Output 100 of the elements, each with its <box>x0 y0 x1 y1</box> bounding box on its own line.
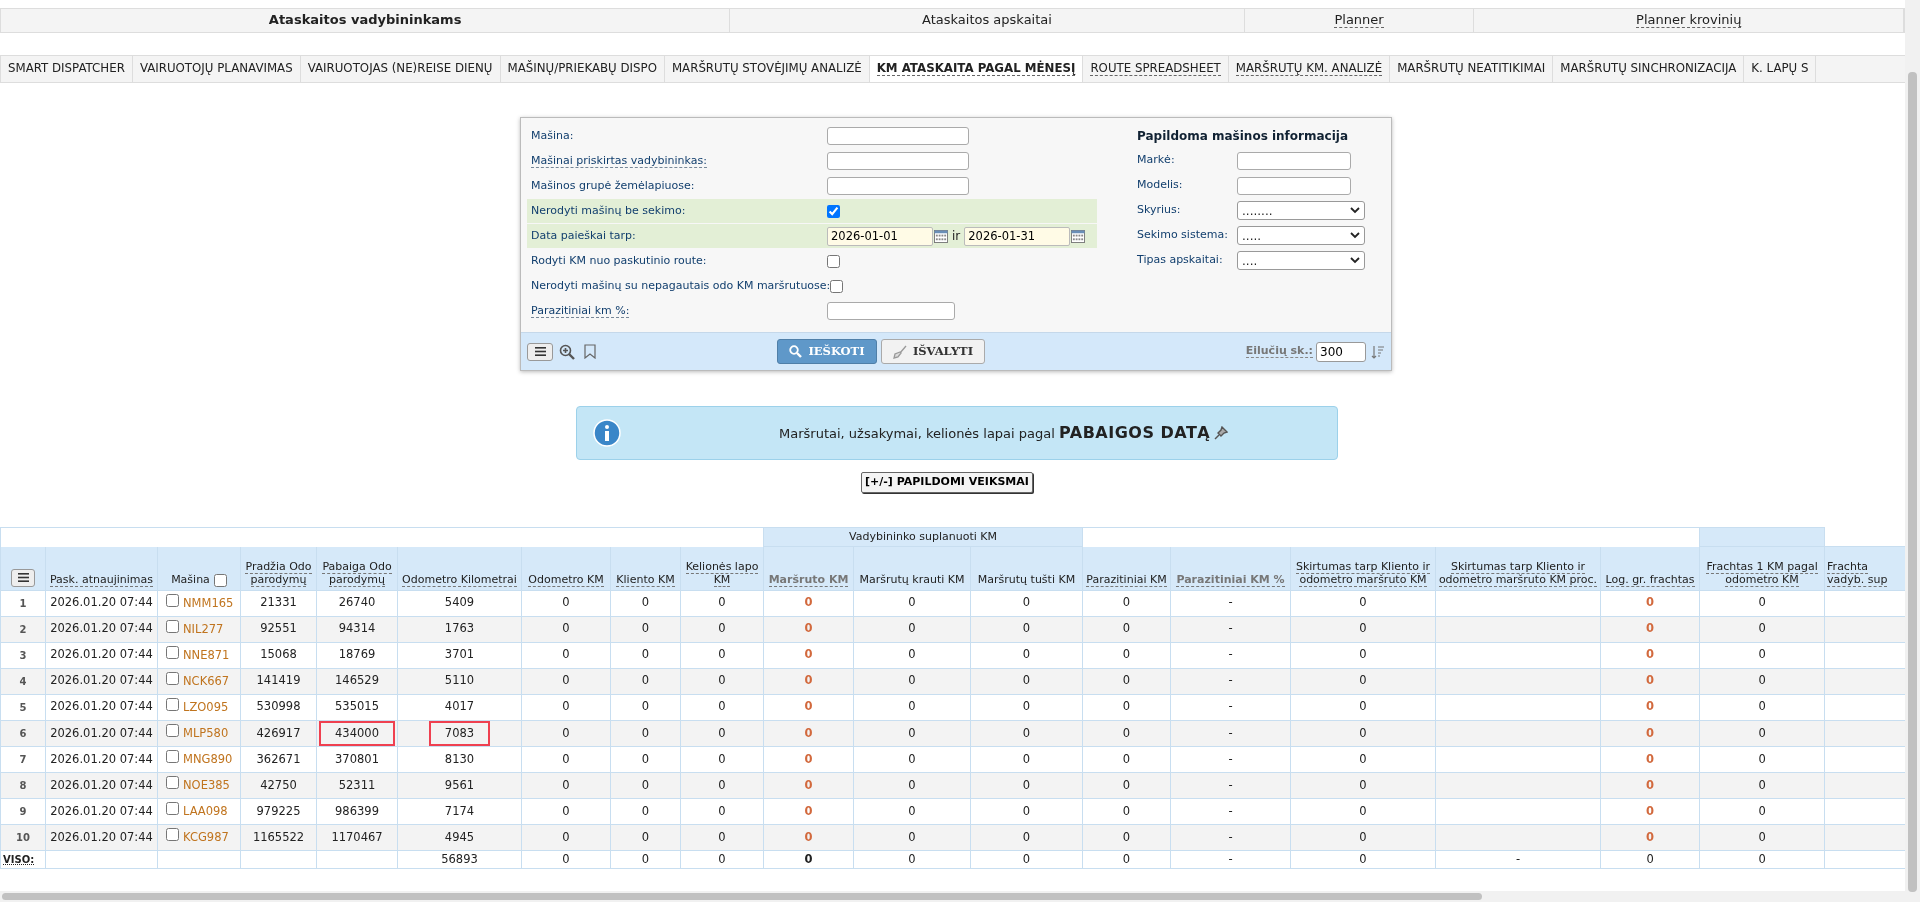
select-field[interactable]: .... <box>1237 251 1365 270</box>
column-header[interactable]: Pradžia Odo parodymų <box>240 546 317 590</box>
field-label: Mašina: <box>531 128 574 143</box>
column-header[interactable]: Odometro Kilometrai <box>397 546 522 590</box>
select-field[interactable]: ..... <box>1237 226 1365 245</box>
table-cell: 0 <box>1082 694 1171 720</box>
actions-button[interactable]: [+/-] PAPILDOMI VEIKSMAI <box>861 472 1033 493</box>
checkbox[interactable] <box>213 573 227 587</box>
total-cell: 56893 <box>397 850 522 869</box>
table-cell: 0 <box>680 798 764 825</box>
table-cell: 0 <box>1699 642 1825 668</box>
tab[interactable]: KM ATASKAITA PAGAL MĖNESĮ <box>869 56 1084 82</box>
column-header[interactable]: Maršruto KM <box>763 546 854 590</box>
checkbox[interactable] <box>166 619 179 633</box>
menu-item[interactable]: Planner krovinių <box>1636 12 1742 29</box>
tab[interactable]: MARŠRUTŲ NEATITIKIMAI <box>1390 56 1554 82</box>
menu-button[interactable] <box>527 342 553 361</box>
rows-field[interactable]: 300 <box>1316 341 1366 362</box>
text-field[interactable] <box>1237 151 1351 170</box>
select-field[interactable]: ........ <box>1237 201 1365 220</box>
checkbox[interactable] <box>827 204 840 218</box>
tab[interactable]: K. LAPŲ S <box>1744 56 1817 82</box>
date-field[interactable]: 2026-01-01 <box>827 226 933 246</box>
table-cell: 0 <box>853 772 971 799</box>
total-cell: - <box>1170 850 1291 869</box>
column-header[interactable]: Frachta vadyb. sup <box>1824 546 1905 590</box>
total-cell: 0 <box>1082 850 1171 869</box>
table-cell: 979225 <box>240 798 317 825</box>
table-cell: 0 <box>1600 642 1700 668</box>
column-header[interactable]: Pask. atnaujinimas <box>45 546 158 590</box>
table-cell: 4945 <box>397 824 522 851</box>
column-header[interactable]: Parazitiniai KM <box>1082 546 1171 590</box>
checkbox[interactable] <box>166 750 179 764</box>
horizontal-scrollbar[interactable] <box>0 891 1905 902</box>
table-cell: 362671 <box>240 746 317 773</box>
menu-item[interactable]: Ataskaitos vadybininkams <box>268 12 462 29</box>
column-header[interactable]: Kliento KM <box>610 546 681 590</box>
tab[interactable]: VAIRUOTOJŲ PLANAVIMAS <box>132 56 301 82</box>
menu-icon <box>17 573 29 582</box>
column-header[interactable]: Parazitiniai KM % <box>1170 546 1291 590</box>
table-cell: 0 <box>853 590 971 616</box>
text-field[interactable] <box>827 152 969 170</box>
table-cell: 0 <box>680 642 764 668</box>
checkbox[interactable] <box>166 802 179 816</box>
vertical-scrollbar[interactable] <box>1905 0 1920 902</box>
checkbox[interactable] <box>166 724 179 737</box>
table-cell: 0 <box>1699 798 1825 825</box>
table-cell: 0 <box>1290 694 1436 720</box>
checkbox[interactable] <box>166 828 179 842</box>
table-cell: 0 <box>610 694 681 720</box>
tab[interactable]: MARŠRUTŲ STOVĖJIMŲ ANALIZĖ <box>664 56 870 82</box>
clear-button[interactable]: IŠVALYTI <box>881 339 985 364</box>
table-cell: 0 <box>763 798 854 825</box>
text-field[interactable] <box>827 302 955 320</box>
column-header[interactable]: Maršrutų tušti KM <box>970 546 1083 590</box>
table-cell: 0 <box>610 668 681 694</box>
field-label: Sekimo sistema: <box>1137 227 1229 244</box>
checkbox[interactable] <box>166 645 179 659</box>
text-field[interactable] <box>827 127 969 145</box>
checkbox[interactable] <box>166 671 179 685</box>
table-cell: 4017 <box>397 694 522 720</box>
checkbox[interactable] <box>166 697 179 711</box>
table-cell: 0 <box>970 720 1083 747</box>
bookmark-icon[interactable] <box>584 344 596 359</box>
menu-button[interactable] <box>11 568 35 587</box>
tab[interactable]: VAIRUOTOJAS (NE)REISE DIENŲ <box>300 56 501 82</box>
column-header[interactable]: Maršrutų krauti KM <box>853 546 971 590</box>
menu-item[interactable]: Ataskaitos apskaitai <box>922 12 1052 29</box>
table-cell: 0 <box>853 720 971 747</box>
table-cell: 0 <box>521 642 611 668</box>
tab[interactable]: ROUTE SPREADSHEET <box>1083 56 1229 82</box>
table-cell: 0 <box>763 694 854 720</box>
tab[interactable]: MAŠINŲ/PRIEKABŲ DISPO <box>500 56 665 82</box>
table-cell: - <box>1170 590 1291 616</box>
menu-item[interactable]: Planner <box>1334 12 1384 29</box>
column-header[interactable]: Skirtumas tarp Kliento ir odometro maršruto KM proc. <box>1435 546 1601 590</box>
checkbox[interactable] <box>166 776 179 790</box>
table-cell: 0 <box>1699 590 1825 616</box>
column-header[interactable]: Pabaiga Odo parodymų <box>316 546 398 590</box>
zoom-in-icon[interactable] <box>559 343 575 360</box>
menu-icon <box>534 347 546 356</box>
column-header[interactable]: Mašina <box>157 546 241 590</box>
checkbox[interactable] <box>827 254 840 268</box>
column-header[interactable]: Kelionės lapo KM <box>680 546 764 590</box>
sort-icon[interactable] <box>1371 344 1385 359</box>
table-cell: 2026.01.20 07:44 <box>45 798 158 825</box>
column-header[interactable]: Log. gr. frachtas <box>1600 546 1700 590</box>
column-header[interactable]: Frachtas 1 KM pagal odometro KM <box>1699 546 1825 590</box>
checkbox[interactable] <box>830 279 844 293</box>
tab[interactable]: SMART DISPATCHER <box>1 56 133 82</box>
text-field[interactable] <box>827 177 969 195</box>
column-header[interactable]: Skirtumas tarp Kliento ir odometro maršruto KM <box>1290 546 1436 590</box>
text-field[interactable] <box>1237 176 1351 195</box>
joiner-text: ir <box>952 228 961 245</box>
checkbox[interactable] <box>166 593 179 607</box>
tab[interactable]: MARŠRUTŲ KM. ANALIZĖ <box>1228 56 1391 82</box>
column-header[interactable]: Odometro KM <box>521 546 611 590</box>
tab[interactable]: MARŠRUTŲ SINCHRONIZACIJA <box>1553 56 1745 82</box>
date-field[interactable]: 2026-01-31 <box>964 226 1071 246</box>
row-number: 9 <box>0 798 46 825</box>
